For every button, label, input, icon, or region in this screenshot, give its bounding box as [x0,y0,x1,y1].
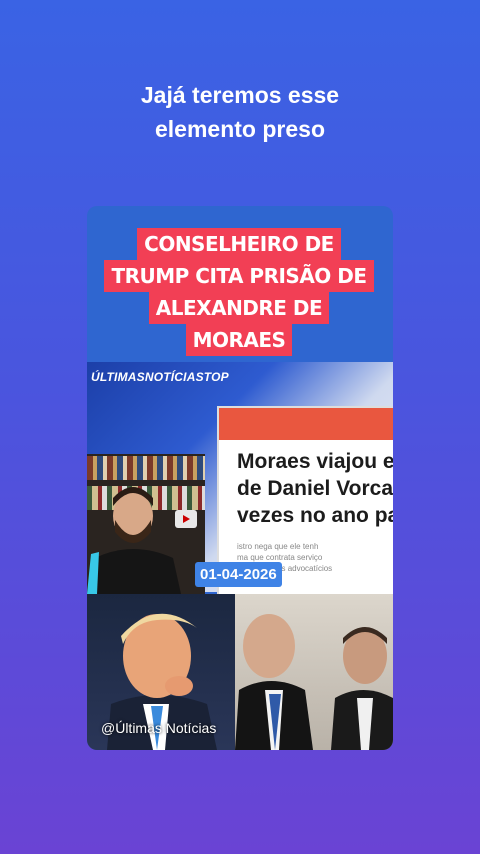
title-line-4: MORAES [185,324,293,356]
caption-line-2: elemento preso [155,116,325,142]
thumbnail-collage: ÚLTIMASNOTÍCIASTOP F Moraes viajou e de … [87,362,393,750]
title-line-3: ALEXANDRE DE [148,292,330,324]
news-headline: Moraes viajou e de Daniel Vorca vezes no… [219,440,393,529]
post-caption: Jajá teremos esse elemento preso [0,78,480,146]
caption-line-1: Jajá teremos esse [140,82,340,108]
news-headline-line-2: de Daniel Vorca [237,477,393,500]
video-card[interactable]: CONSELHEIRO DE TRUMP CITA PRISÃO DE ALEX… [87,206,393,750]
news-sub-line-1: istro nega que ele tenh [237,542,319,551]
title-line-2: TRUMP CITA PRISÃO DE [104,260,374,292]
moraes-figure [235,614,393,750]
news-headline-line-3: vezes no ano pa [237,504,393,527]
video-title: CONSELHEIRO DE TRUMP CITA PRISÃO DE ALEX… [104,228,374,356]
watermark-top: ÚLTIMASNOTÍCIASTOP [91,370,229,384]
title-line-1: CONSELHEIRO DE [137,228,341,260]
news-headline-line-1: Moraes viajou e [237,450,393,473]
news-header-bar: F [219,408,393,440]
presenter-photo [87,454,205,594]
date-badge: 01-04-2026 [195,562,282,587]
presenter-figure [87,487,197,594]
moraes-photo [235,594,393,750]
watermark-bottom: @Últimas Notícias [101,720,217,736]
